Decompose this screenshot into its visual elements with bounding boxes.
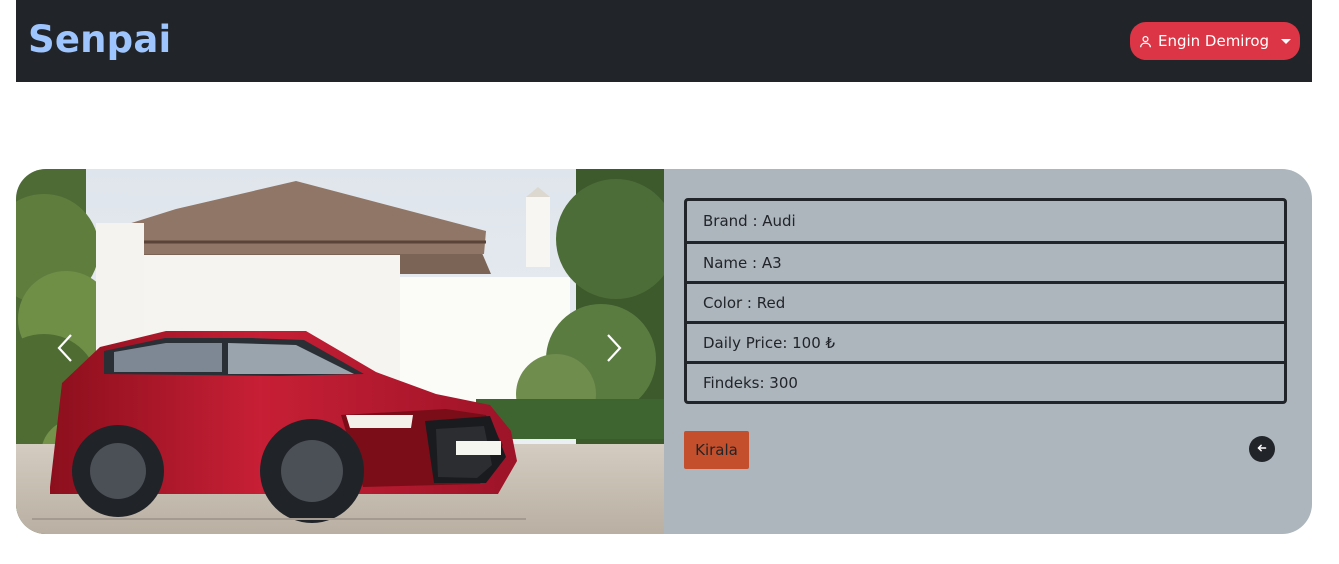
car-image-carousel[interactable] — [16, 169, 664, 534]
user-name-label: Engin Demirog — [1157, 32, 1270, 50]
caret-down-icon — [1281, 39, 1292, 44]
top-navbar: Senpai Engin Demirog — [16, 0, 1312, 82]
detail-daily-price-text: Daily Price: 100 ₺ — [703, 333, 836, 352]
detail-name-text: Name : A3 — [703, 253, 782, 272]
detail-row-brand: Brand : Audi — [687, 201, 1284, 241]
carousel-next-button[interactable] — [603, 333, 625, 367]
carousel-prev-button[interactable] — [54, 333, 76, 367]
person-icon — [1139, 35, 1152, 48]
detail-row-color: Color : Red — [687, 281, 1284, 321]
rent-button[interactable]: Kirala — [684, 431, 749, 469]
car-photo — [16, 169, 664, 534]
detail-row-name: Name : A3 — [687, 241, 1284, 281]
detail-row-findeks: Findeks: 300 — [687, 361, 1284, 401]
detail-findeks-text: Findeks: 300 — [703, 373, 798, 392]
car-details-list: Brand : Audi Name : A3 Color : Red Daily… — [684, 198, 1287, 404]
detail-color-text: Color : Red — [703, 293, 786, 312]
navbar-brand[interactable]: Senpai — [28, 16, 171, 64]
chevron-right-icon — [606, 333, 622, 367]
arrow-left-circle-icon — [1255, 440, 1269, 459]
detail-row-daily-price: Daily Price: 100 ₺ — [687, 321, 1284, 361]
car-detail-card: Brand : Audi Name : A3 Color : Red Daily… — [16, 169, 1312, 534]
back-button[interactable] — [1249, 436, 1275, 462]
chevron-left-icon — [57, 333, 73, 367]
user-menu-button[interactable]: Engin Demirog — [1130, 22, 1300, 60]
detail-brand-text: Brand : Audi — [703, 212, 796, 230]
